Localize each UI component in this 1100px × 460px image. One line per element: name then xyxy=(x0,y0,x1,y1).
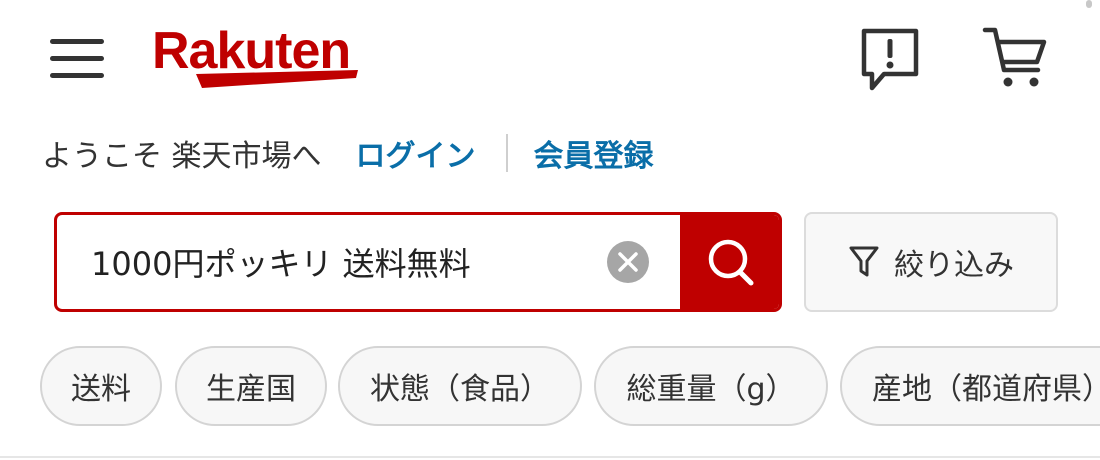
funnel-icon xyxy=(849,246,879,277)
notification-button[interactable] xyxy=(858,26,922,92)
rakuten-logo[interactable]: Rakuten xyxy=(150,22,370,90)
chip-condition[interactable]: 状態（食品） xyxy=(338,346,582,426)
menu-button[interactable] xyxy=(50,36,106,82)
chip-weight[interactable]: 総重量（g） xyxy=(594,346,828,426)
header: Rakuten xyxy=(0,0,1100,118)
welcome-row: ようこそ 楽天市場へ ログイン 会員登録 xyxy=(42,130,654,176)
search-box xyxy=(54,212,782,312)
search-input[interactable] xyxy=(57,215,617,309)
search-icon xyxy=(708,239,754,286)
search-button[interactable] xyxy=(680,215,779,309)
hamburger-menu-icon-line xyxy=(50,56,104,61)
chip-label: 送料 xyxy=(71,372,131,407)
clear-search-button[interactable] xyxy=(607,241,649,283)
filter-button[interactable]: 絞り込み xyxy=(804,212,1058,312)
rakuten-logo-image: Rakuten xyxy=(152,22,358,88)
login-link[interactable]: ログイン xyxy=(356,131,476,175)
cart-button[interactable] xyxy=(982,24,1048,92)
register-link[interactable]: 会員登録 xyxy=(534,131,654,175)
chip-label: 総重量（g） xyxy=(626,372,796,407)
chip-label: 産地（都道府県） xyxy=(872,372,1100,407)
filter-chips: 送料 生産国 状態（食品） 総重量（g） 産地（都道府県） xyxy=(40,346,1100,428)
speech-bubble-exclamation-icon xyxy=(861,28,919,91)
chip-label: 生産国 xyxy=(206,372,296,407)
hamburger-menu-icon-line xyxy=(50,73,104,78)
chip-label: 状態（食品） xyxy=(370,372,550,407)
filter-label: 絞り込み xyxy=(894,248,1014,283)
divider xyxy=(505,134,508,172)
shopping-cart-icon xyxy=(982,27,1047,87)
hamburger-menu-icon xyxy=(50,39,104,44)
chip-shipping[interactable]: 送料 xyxy=(40,346,162,426)
welcome-text: ようこそ 楽天市場へ xyxy=(42,139,322,174)
chip-country[interactable]: 生産国 xyxy=(175,346,327,426)
page: Rakuten ようこそ 楽天市場へ ログイン 会員登録 1000円ポッキリ 送… xyxy=(0,0,1100,460)
clear-circle-icon xyxy=(618,252,638,272)
bottom-divider xyxy=(0,456,1100,458)
chip-prefecture[interactable]: 産地（都道府県） xyxy=(840,346,1100,426)
